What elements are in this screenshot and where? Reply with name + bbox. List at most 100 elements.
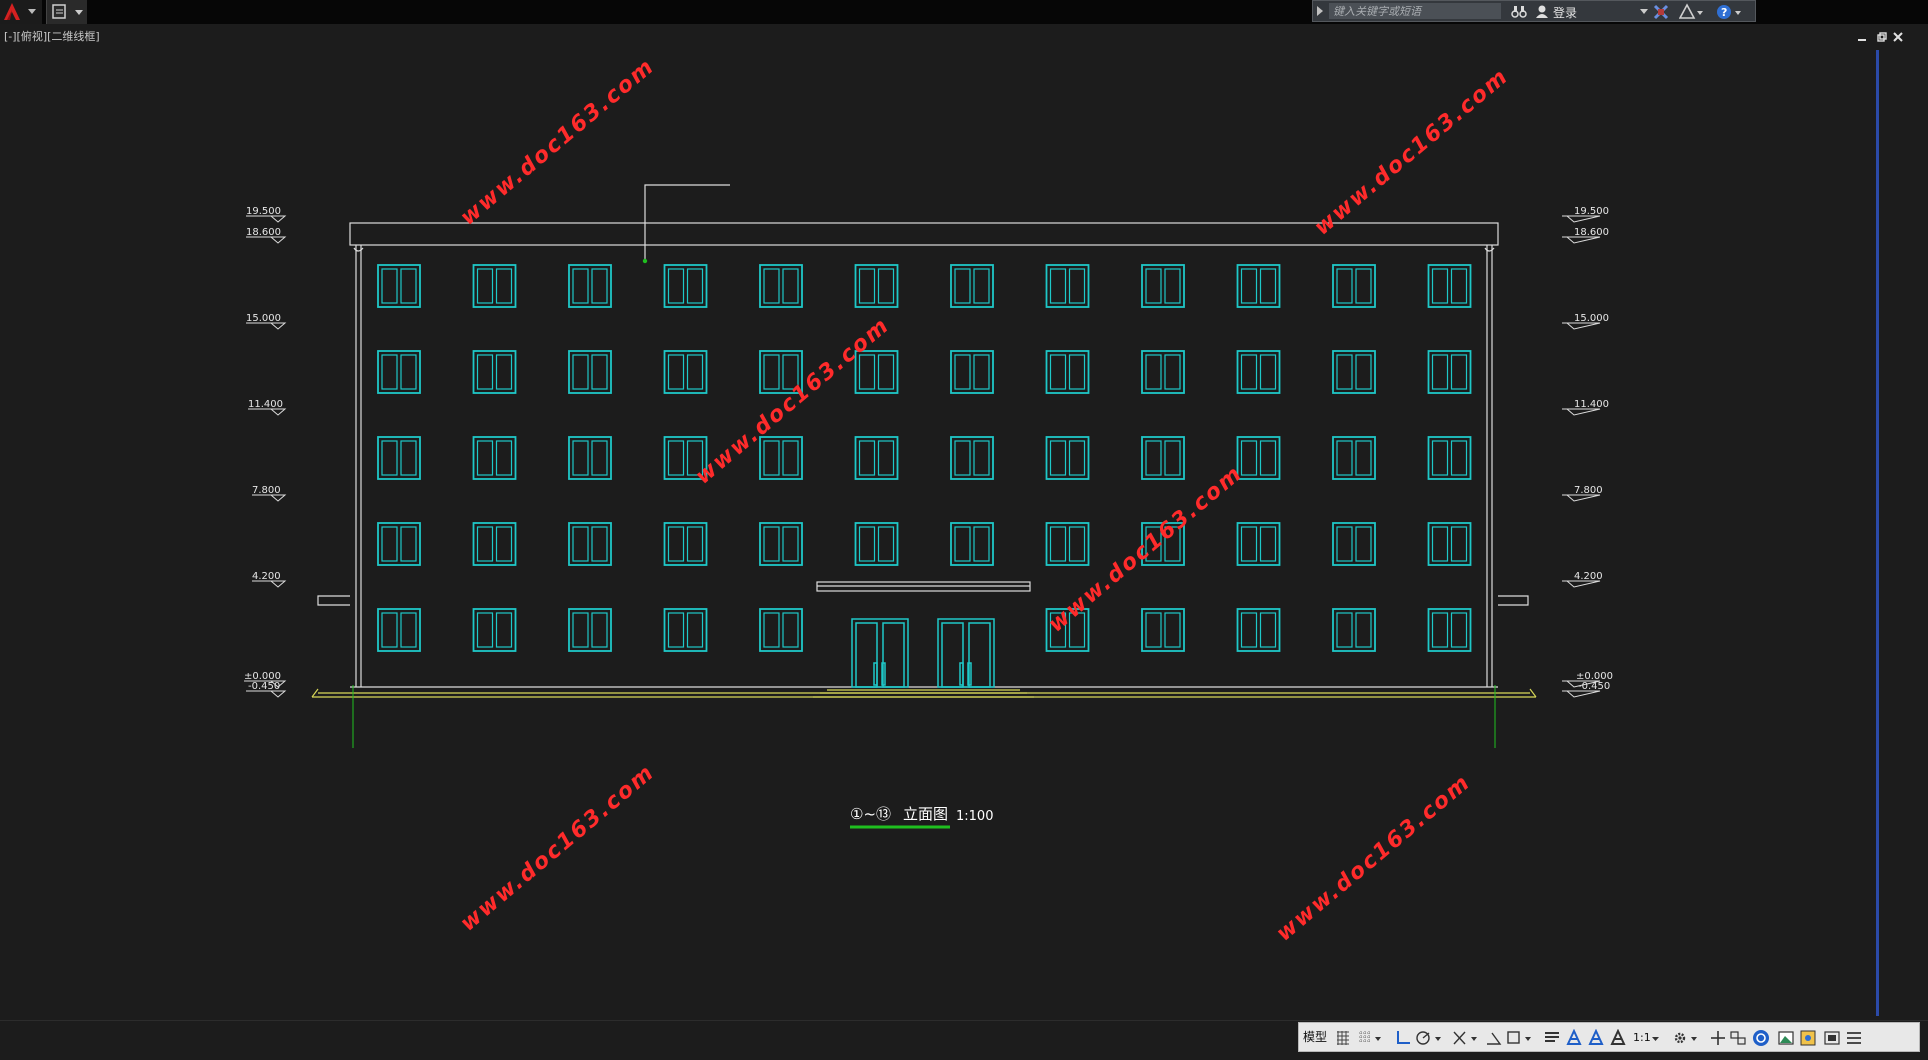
user-icon[interactable] bbox=[1535, 4, 1549, 19]
title-bar: 登录 ? bbox=[0, 0, 1928, 24]
drawing-title: ①~⑬ 立面图 1:100 bbox=[850, 805, 993, 829]
window-3-12 bbox=[1427, 436, 1472, 480]
window-4-5 bbox=[759, 522, 803, 566]
svg-text:?: ? bbox=[1721, 6, 1727, 19]
help-icon[interactable]: ? bbox=[1715, 3, 1745, 21]
autocad-window: 登录 ? [-][俯视][二维线框] bbox=[0, 0, 1928, 1060]
svg-text:①~⑬: ①~⑬ bbox=[850, 805, 891, 823]
window-3-8 bbox=[1045, 436, 1090, 480]
window-5-12 bbox=[1427, 608, 1472, 652]
workspace-gear-icon[interactable] bbox=[1671, 1029, 1701, 1047]
window-3-5 bbox=[759, 436, 803, 480]
quick-access-icon bbox=[52, 4, 83, 19]
svg-text:15.000: 15.000 bbox=[1574, 313, 1609, 324]
elevation-marker-11400-right: 11.400 bbox=[1562, 399, 1609, 416]
isolate-objects-icon[interactable] bbox=[1751, 1029, 1771, 1047]
window-4-11 bbox=[1332, 522, 1376, 566]
hardware-acceleration-icon[interactable] bbox=[1777, 1029, 1795, 1047]
drawing-canvas[interactable]: 19.500 18.600 15.000 11.400 7.800 4.200 bbox=[0, 40, 1928, 1020]
clean-screen-icon[interactable] bbox=[1799, 1029, 1817, 1047]
windows-layer bbox=[377, 264, 1472, 652]
window-1-8 bbox=[1045, 264, 1090, 308]
vertical-scrollbar[interactable] bbox=[1876, 50, 1879, 1016]
search-input[interactable] bbox=[1329, 3, 1501, 19]
window-1-11 bbox=[1332, 264, 1376, 308]
window-1-9 bbox=[1141, 264, 1185, 308]
entrance-door-left bbox=[851, 618, 909, 688]
isodraft-icon[interactable] bbox=[1451, 1029, 1481, 1047]
elevation-marker-7800: 7.800 bbox=[252, 485, 287, 502]
annotation-scale-icon[interactable] bbox=[1609, 1029, 1627, 1047]
window-4-8 bbox=[1045, 522, 1090, 566]
building-outline bbox=[317, 184, 1529, 688]
object-snap-tracking-icon[interactable] bbox=[1485, 1029, 1503, 1047]
svg-text:11.400: 11.400 bbox=[1574, 399, 1609, 410]
window-3-10 bbox=[1236, 436, 1281, 480]
annotation-scale-value[interactable]: 1:1 bbox=[1633, 1031, 1651, 1044]
annotation-visibility-icon[interactable] bbox=[1565, 1029, 1583, 1047]
leader-grip bbox=[642, 258, 648, 264]
binoculars-icon[interactable] bbox=[1511, 4, 1527, 19]
window-5-9 bbox=[1141, 608, 1185, 652]
lineweight-icon[interactable] bbox=[1543, 1029, 1561, 1047]
watermark-3: www.doc163.com bbox=[691, 313, 895, 490]
window-5-10 bbox=[1236, 608, 1281, 652]
elevation-markers-left: 19.500 18.600 15.000 11.400 7.800 4.200 bbox=[244, 206, 287, 698]
svg-text:7.800: 7.800 bbox=[252, 485, 281, 496]
elevation-marker-minus-0450: -0.450 bbox=[246, 681, 287, 698]
expand-arrow-icon[interactable] bbox=[1315, 5, 1325, 17]
window-3-3 bbox=[568, 436, 612, 480]
svg-text:7.800: 7.800 bbox=[1574, 485, 1603, 496]
annotation-monitor-icon[interactable] bbox=[1709, 1029, 1727, 1047]
elevation-marker-15000-right: 15.000 bbox=[1562, 313, 1609, 330]
elevation-marker-11400: 11.400 bbox=[248, 399, 287, 416]
window-5-4 bbox=[663, 608, 708, 652]
window-4-12 bbox=[1427, 522, 1472, 566]
svg-text:4.200: 4.200 bbox=[1574, 571, 1603, 582]
login-link[interactable]: 登录 bbox=[1553, 4, 1577, 21]
fullscreen-icon[interactable] bbox=[1823, 1029, 1841, 1047]
autodesk-app-icon[interactable] bbox=[1679, 3, 1703, 21]
svg-text:11.400: 11.400 bbox=[248, 399, 283, 410]
scale-dropdown-icon[interactable] bbox=[1651, 1029, 1661, 1047]
model-space-button[interactable]: 模型 bbox=[1303, 1028, 1327, 1045]
elevation-marker-4200-right: 4.200 bbox=[1562, 571, 1603, 588]
grid-icon[interactable] bbox=[1335, 1029, 1351, 1047]
window-2-7 bbox=[950, 350, 994, 394]
window-2-8 bbox=[1045, 350, 1090, 394]
watermark-2: www.doc163.com bbox=[1310, 64, 1514, 241]
customization-menu-icon[interactable] bbox=[1845, 1029, 1863, 1047]
autoscale-icon[interactable] bbox=[1587, 1029, 1605, 1047]
window-2-3 bbox=[568, 350, 612, 394]
window-4-3 bbox=[568, 522, 612, 566]
ortho-icon[interactable] bbox=[1395, 1029, 1411, 1047]
window-5-3 bbox=[568, 608, 612, 652]
window-3-6 bbox=[854, 436, 899, 480]
window-3-7 bbox=[950, 436, 994, 480]
quick-access-toolbar[interactable] bbox=[46, 0, 87, 24]
window-4-4 bbox=[663, 522, 708, 566]
snap-icon[interactable] bbox=[1357, 1029, 1385, 1047]
polar-tracking-icon[interactable] bbox=[1415, 1029, 1445, 1047]
svg-text:19.500: 19.500 bbox=[246, 206, 281, 217]
window-5-11 bbox=[1332, 608, 1376, 652]
units-icon[interactable] bbox=[1729, 1029, 1747, 1047]
infocenter-bar: 登录 ? bbox=[1312, 0, 1756, 22]
login-dropdown-icon[interactable] bbox=[1640, 9, 1648, 15]
window-1-6 bbox=[854, 264, 899, 308]
window-5-5 bbox=[759, 608, 803, 652]
watermark-5: www.doc163.com bbox=[456, 760, 660, 937]
object-snap-icon[interactable] bbox=[1505, 1029, 1535, 1047]
application-menu-button[interactable] bbox=[0, 0, 42, 24]
exchange-icon[interactable] bbox=[1653, 4, 1669, 20]
window-1-12 bbox=[1427, 264, 1472, 308]
elevation-marker-15000: 15.000 bbox=[246, 313, 287, 330]
elevation-marker-18600-right: 18.600 bbox=[1562, 227, 1609, 244]
svg-text:19.500: 19.500 bbox=[1574, 206, 1609, 217]
window-1-10 bbox=[1236, 264, 1281, 308]
window-3-1 bbox=[377, 436, 421, 480]
elevation-markers-right: 19.500 18.600 15.000 11.400 7.800 4.200 bbox=[1562, 206, 1613, 698]
window-3-2 bbox=[472, 436, 517, 480]
window-4-6 bbox=[854, 522, 899, 566]
drawing-scale: 1:100 bbox=[956, 809, 993, 824]
